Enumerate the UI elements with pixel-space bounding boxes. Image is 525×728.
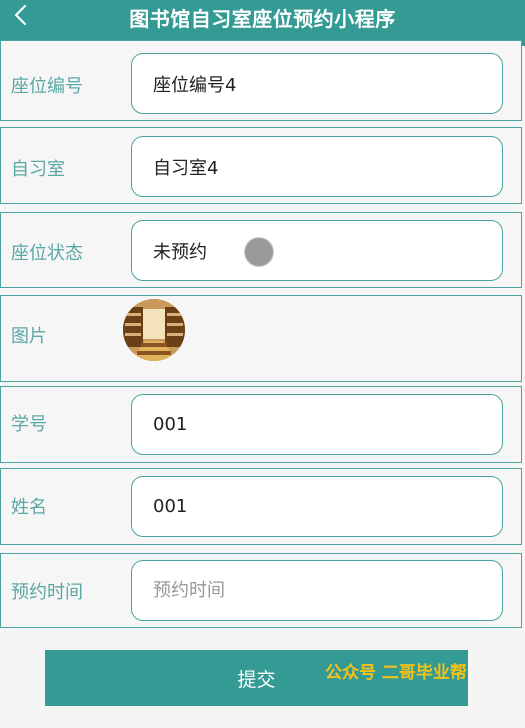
image-label: 图片 [11,326,47,347]
watermark-text: 公众号 二哥毕业帮 [325,663,467,683]
reservation-time-label: 预约时间 [11,582,83,603]
library-photo-image [123,299,185,361]
seat-photo[interactable] [123,299,185,361]
seat-status-field[interactable]: 未预约 [131,220,503,281]
row-image: 图片 [0,295,522,382]
seat-number-field[interactable]: 座位编号4 [131,53,503,114]
study-room-label: 自习室 [11,159,65,180]
reservation-time-input[interactable] [131,560,503,621]
student-id-field[interactable]: 001 [131,394,503,455]
seat-status-label: 座位状态 [11,243,83,264]
page-title: 图书馆自习室座位预约小程序 [129,7,396,31]
student-id-label: 学号 [11,414,47,435]
seat-number-label: 座位编号 [11,76,83,97]
drag-handle[interactable] [244,237,274,267]
name-label: 姓名 [11,497,47,518]
study-room-field[interactable]: 自习室4 [131,136,503,197]
name-field[interactable]: 001 [131,476,503,537]
